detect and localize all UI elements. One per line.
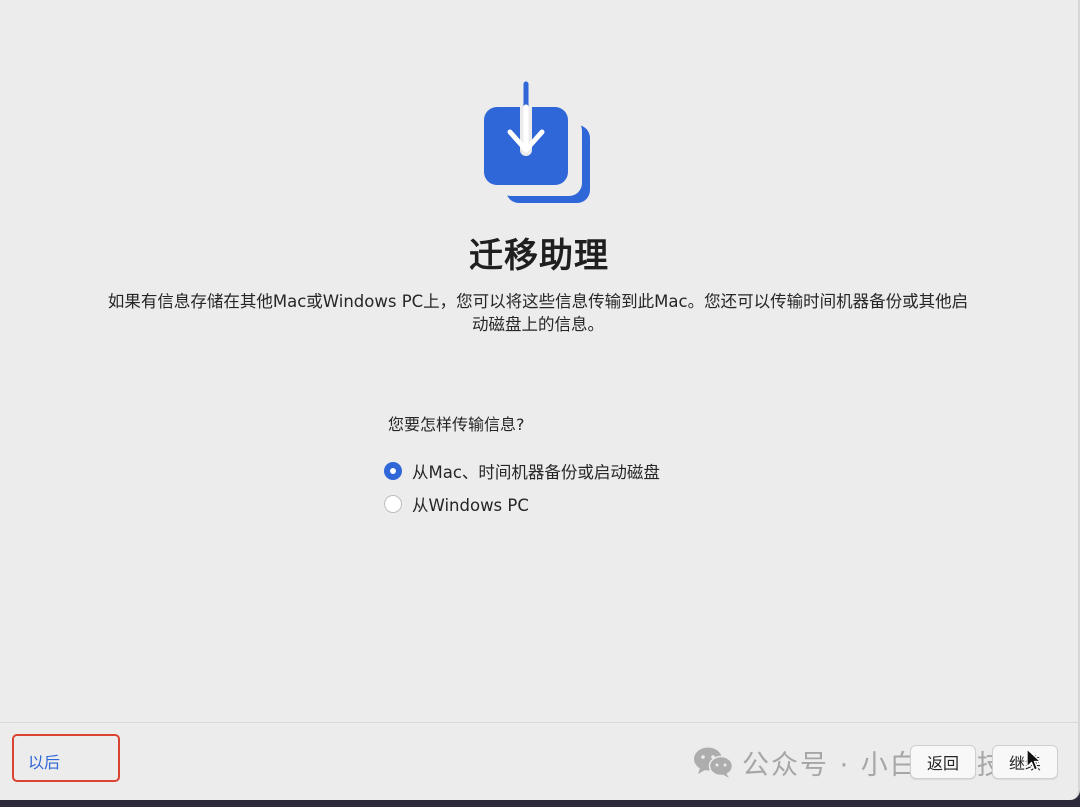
migration-download-icon (484, 80, 590, 203)
radio-unselected-icon[interactable] (384, 495, 402, 513)
radio-selected-icon[interactable] (384, 462, 402, 480)
page-title: 迁移助理 (469, 236, 609, 276)
migration-assistant-window: 迁移助理 如果有信息存储在其他Mac或Windows PC上，您可以将这些信息传… (0, 0, 1080, 800)
later-button[interactable]: 以后 (28, 749, 60, 773)
transfer-question: 您要怎样传输信息? (388, 415, 525, 434)
option-from-windows-label[interactable]: 从Windows PC (412, 492, 529, 516)
option-from-mac[interactable]: 从Mac、时间机器备份或启动磁盘 (384, 459, 660, 483)
footer-divider (0, 722, 1078, 723)
option-from-mac-label[interactable]: 从Mac、时间机器备份或启动磁盘 (412, 459, 660, 483)
watermark: 公众号 · 小白电脑技术 (692, 742, 1035, 782)
page-description: 如果有信息存储在其他Mac或Windows PC上，您可以将这些信息传输到此Ma… (107, 292, 969, 334)
continue-button[interactable]: 继续 (992, 745, 1058, 779)
wechat-icon (694, 747, 734, 778)
option-from-windows[interactable]: 从Windows PC (384, 492, 529, 516)
watermark-text: 公众号 · 小白电脑技术 (742, 749, 1035, 781)
back-button[interactable]: 返回 (910, 745, 976, 779)
mouse-cursor-icon (1026, 748, 1042, 771)
